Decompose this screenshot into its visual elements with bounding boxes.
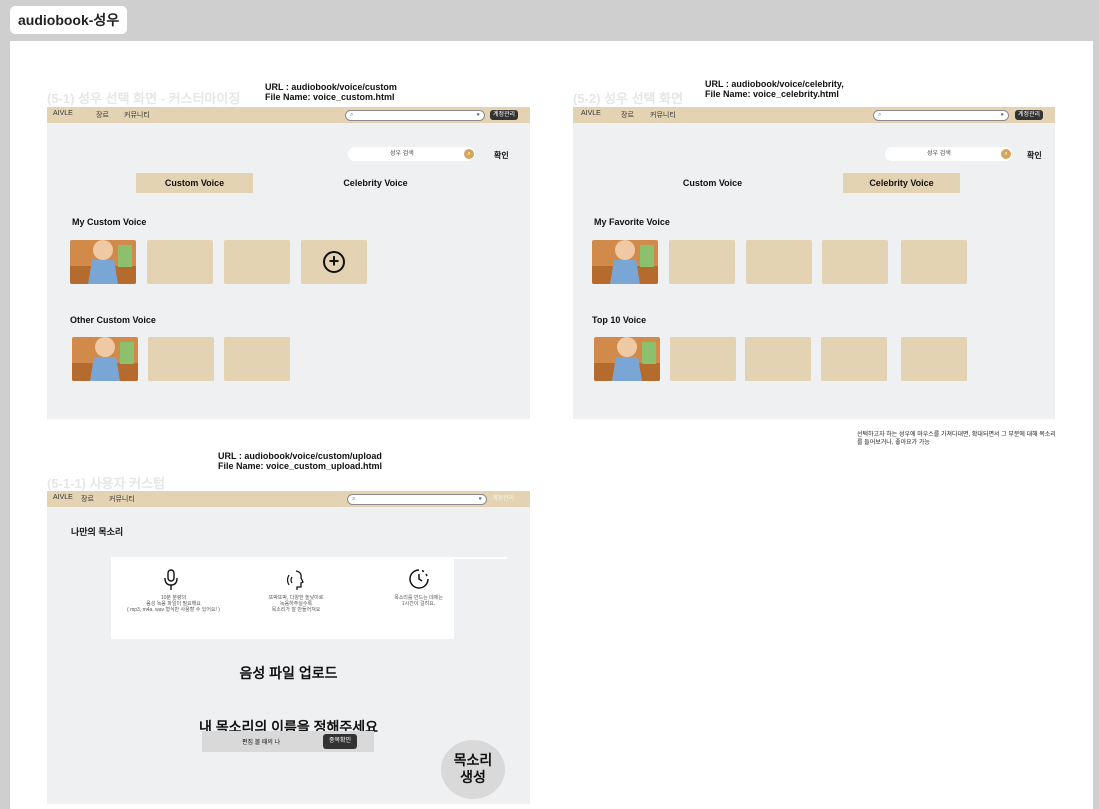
voice-search-placeholder: 성우 검색 bbox=[390, 151, 414, 157]
row-label-top10: Top 10 Voice bbox=[592, 315, 647, 325]
voice-thumbnail[interactable] bbox=[594, 337, 660, 381]
url-note-celebrity: URL : audiobook/voice/celebrity, File Na… bbox=[705, 79, 844, 99]
plus-icon: + bbox=[323, 251, 345, 273]
upload-audio-button[interactable]: 음성 파일 업로드 bbox=[47, 663, 530, 683]
name-row: 편집 볼 때의 나 중복확인 bbox=[202, 731, 374, 752]
section-title-celebrity: (5-2) 성우 선택 화면 bbox=[573, 91, 684, 106]
page-tab[interactable]: audiobook-성우 bbox=[10, 6, 128, 34]
voice-card[interactable] bbox=[224, 240, 290, 284]
url-note-custom: URL : audiobook/voice/custom File Name: … bbox=[265, 82, 397, 102]
mic-icon[interactable]: ● bbox=[476, 112, 480, 118]
search-icon: ⌕ bbox=[350, 112, 354, 118]
feature-tips: 또박또박, 다양한 높낮이로 녹음하주실수록 목소리가 잘 만들어져요 bbox=[241, 595, 351, 613]
voice-card[interactable] bbox=[669, 240, 735, 284]
nav-genre[interactable]: 장르 bbox=[96, 110, 109, 120]
voice-thumbnail[interactable] bbox=[72, 337, 138, 381]
voice-card[interactable] bbox=[147, 240, 213, 284]
mic-icon[interactable]: ● bbox=[478, 496, 482, 502]
nav-genre[interactable]: 장르 bbox=[621, 110, 634, 120]
nav-search-input[interactable]: ⌕ ● bbox=[347, 494, 487, 505]
url-line: URL : audiobook/voice/celebrity, bbox=[705, 79, 844, 89]
create-voice-label: 생성 bbox=[460, 769, 486, 785]
url-note-upload: URL : audiobook/voice/custom/upload File… bbox=[218, 451, 382, 471]
timer-icon bbox=[409, 569, 429, 589]
confirm-button[interactable]: 확인 bbox=[1027, 150, 1042, 161]
feature-text: 1시간이 걸려요. bbox=[401, 601, 436, 607]
section-title-upload: (5-1-1) 사용자 커스텀 bbox=[47, 476, 165, 491]
voice-thumbnail[interactable] bbox=[592, 240, 658, 284]
nav-brand[interactable]: AIVLE bbox=[581, 110, 601, 117]
tab-custom-voice[interactable]: Custom Voice bbox=[654, 173, 771, 193]
file-line: File Name: voice_custom.html bbox=[265, 92, 395, 102]
divider bbox=[453, 557, 507, 559]
add-voice-button[interactable]: + bbox=[301, 240, 367, 284]
account-button[interactable]: 계정관리 bbox=[1015, 110, 1044, 120]
navbar: AIVLE 장르 커뮤니티 ⌕ ● 계정관리 bbox=[47, 491, 530, 507]
voice-card[interactable] bbox=[901, 240, 967, 284]
search-icon: ⌕ bbox=[878, 112, 882, 118]
tab-celebrity-voice[interactable]: Celebrity Voice bbox=[317, 173, 434, 193]
feature-text: 목소리가 잘 만들어져요 bbox=[271, 607, 321, 613]
row-label-my-custom: My Custom Voice bbox=[72, 217, 147, 227]
tab-celebrity-voice[interactable]: Celebrity Voice bbox=[843, 173, 960, 193]
voice-card[interactable] bbox=[745, 337, 811, 381]
create-voice-button[interactable]: 목소리 생성 bbox=[441, 740, 505, 799]
nav-genre[interactable]: 장르 bbox=[81, 494, 94, 504]
info-card: 10분 분량의 음성 녹음 파일이 필요해요 ( mp3, m4a, wav 형… bbox=[111, 557, 454, 639]
tab-custom-voice[interactable]: Custom Voice bbox=[136, 173, 253, 193]
hover-note: 선택하고자 하는 성우에 마우스를 가져다대면, 확대되면서 그 부분에 대해 … bbox=[857, 432, 1056, 446]
account-button[interactable]: 계정관리 bbox=[490, 110, 519, 120]
voice-name-input[interactable]: 편집 볼 때의 나 bbox=[242, 737, 280, 746]
url-line: URL : audiobook/voice/custom bbox=[265, 82, 397, 92]
voice-search-input[interactable]: 성우 검색 ⌕ bbox=[348, 147, 475, 161]
microphone-icon bbox=[164, 569, 178, 590]
voice-card[interactable] bbox=[224, 337, 290, 381]
screen-voice-custom: AIVLE 장르 커뮤니티 ⌕ ● 계정관리 성우 검색 ⌕ 확인 Custom… bbox=[47, 107, 530, 419]
nav-search-input[interactable]: ⌕ ● bbox=[873, 110, 1009, 121]
voice-card[interactable] bbox=[148, 337, 214, 381]
file-line: File Name: voice_celebrity.html bbox=[705, 89, 839, 99]
confirm-button[interactable]: 확인 bbox=[494, 150, 509, 161]
nav-search-input[interactable]: ⌕ ● bbox=[345, 110, 485, 121]
feature-duration: 목소리를 만드는 데에는 1시간이 걸려요. bbox=[376, 595, 461, 607]
create-voice-label: 목소리 bbox=[453, 752, 493, 768]
nav-community[interactable]: 커뮤니티 bbox=[650, 110, 676, 120]
nav-community[interactable]: 커뮤니티 bbox=[109, 494, 135, 504]
nav-brand[interactable]: AIVLE bbox=[53, 494, 73, 501]
navbar: AIVLE 장르 커뮤니티 ⌕ ● 계정관리 bbox=[573, 107, 1055, 123]
url-line: URL : audiobook/voice/custom/upload bbox=[218, 451, 382, 461]
voice-search-placeholder: 성우 검색 bbox=[927, 151, 951, 157]
nav-brand[interactable]: AIVLE bbox=[53, 110, 73, 117]
voice-card[interactable] bbox=[670, 337, 736, 381]
screen-voice-celebrity: AIVLE 장르 커뮤니티 ⌕ ● 계정관리 성우 검색 ⌕ 확인 Custom… bbox=[573, 107, 1055, 419]
feature-length: 10분 분량의 음성 녹음 파일이 필요해요 ( mp3, m4a, wav 형… bbox=[111, 595, 236, 613]
voice-thumbnail[interactable] bbox=[70, 240, 136, 284]
search-icon[interactable]: ⌕ bbox=[464, 149, 474, 159]
file-line: File Name: voice_custom_upload.html bbox=[218, 461, 383, 471]
page-heading: 나만의 목소리 bbox=[71, 527, 124, 537]
voice-card[interactable] bbox=[746, 240, 812, 284]
voice-card[interactable] bbox=[822, 240, 888, 284]
mic-icon[interactable]: ● bbox=[1000, 112, 1004, 118]
design-canvas: (5-1) 성우 선택 화면 - 커스터마이징 URL : audiobook/… bbox=[10, 41, 1093, 809]
screen-voice-upload: AIVLE 장르 커뮤니티 ⌕ ● 계정관리 나만의 목소리 10분 분량의 음… bbox=[47, 491, 530, 804]
row-label-favorite: My Favorite Voice bbox=[594, 217, 670, 227]
search-icon: ⌕ bbox=[352, 496, 356, 502]
voice-card[interactable] bbox=[901, 337, 967, 381]
nav-community[interactable]: 커뮤니티 bbox=[124, 110, 150, 120]
feature-text: ( mp3, m4a, wav 형식만 사용할 수 있어요! ) bbox=[127, 607, 220, 613]
account-button[interactable]: 계정관리 bbox=[489, 494, 517, 504]
voice-search-input[interactable]: 성우 검색 ⌕ bbox=[885, 147, 1012, 161]
duplicate-check-button[interactable]: 중복확인 bbox=[323, 734, 358, 749]
search-icon[interactable]: ⌕ bbox=[1001, 149, 1011, 159]
section-title-custom: (5-1) 성우 선택 화면 - 커스터마이징 bbox=[47, 91, 241, 106]
row-label-other-custom: Other Custom Voice bbox=[70, 315, 156, 325]
navbar: AIVLE 장르 커뮤니티 ⌕ ● 계정관리 bbox=[47, 107, 530, 123]
speaking-head-icon bbox=[286, 570, 304, 590]
voice-card[interactable] bbox=[821, 337, 887, 381]
